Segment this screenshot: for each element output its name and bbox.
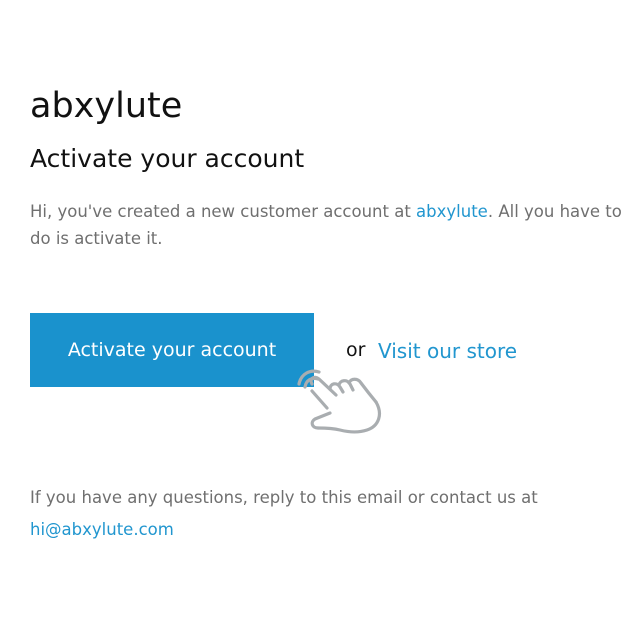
or-text: or — [346, 339, 366, 361]
cta-row: Activate your account — [30, 313, 314, 387]
hand-pointer-click-icon — [297, 369, 381, 434]
visit-store-link[interactable]: Visit our store — [378, 339, 517, 363]
activate-account-button[interactable]: Activate your account — [30, 313, 314, 387]
footer: If you have any questions, reply to this… — [30, 482, 620, 546]
footer-text: If you have any questions, reply to this… — [30, 488, 538, 507]
contact-email-link[interactable]: hi@abxylute.com — [30, 514, 620, 546]
shop-name: abxylute — [30, 86, 183, 126]
intro-paragraph: Hi, you've created a new customer accoun… — [30, 198, 630, 252]
shop-link[interactable]: abxylute — [416, 202, 488, 221]
email-page: abxylute Activate your account Hi, you'v… — [0, 0, 640, 640]
page-heading: Activate your account — [30, 144, 305, 173]
intro-text-before: Hi, you've created a new customer accoun… — [30, 202, 417, 221]
